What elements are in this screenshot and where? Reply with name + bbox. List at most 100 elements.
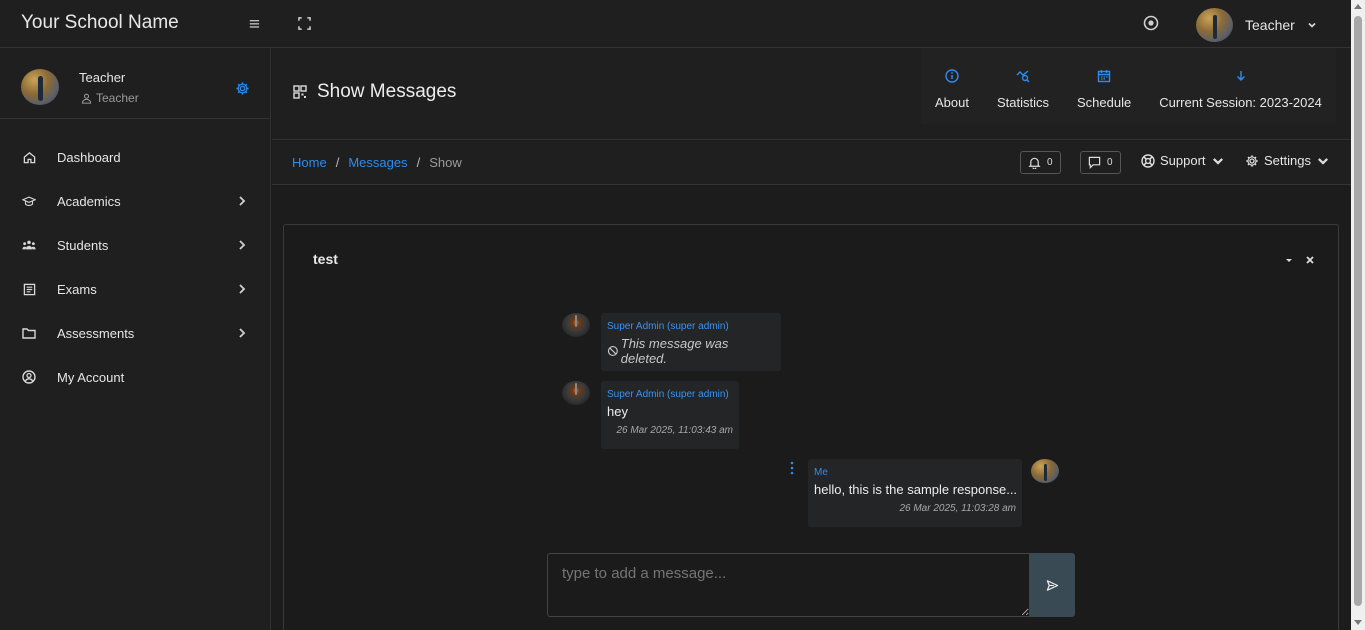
sidebar-item-label: Assessments bbox=[57, 325, 135, 341]
chevron-right-icon bbox=[239, 196, 246, 206]
calendar-icon bbox=[1097, 69, 1111, 82]
scroll-up-arrow[interactable] bbox=[1354, 4, 1362, 9]
message-sender: Super Admin (super admin) bbox=[607, 321, 729, 332]
support-label: Support bbox=[1160, 153, 1206, 168]
support-dropdown[interactable]: Support bbox=[1141, 153, 1225, 168]
shortcut-label: Current Session: 2023-2024 bbox=[1159, 94, 1322, 110]
top-navbar: Your School Name Teacher bbox=[0, 0, 1351, 48]
info-icon bbox=[945, 68, 959, 83]
sidebar-item-exams[interactable]: Exams bbox=[0, 267, 271, 311]
sidebar-item-label: My Account bbox=[57, 369, 125, 385]
message-bubble: Super Admin (super admin) This message w… bbox=[601, 313, 781, 371]
page-title: Show Messages bbox=[317, 81, 457, 102]
sidebar-item-my-account[interactable]: My Account bbox=[0, 355, 271, 399]
message-deleted-notice: This message was deleted. bbox=[607, 336, 775, 366]
breadcrumb-separator: / bbox=[335, 155, 340, 170]
gear-icon bbox=[1246, 154, 1258, 167]
ban-icon bbox=[607, 346, 618, 356]
sidebar-item-label: Dashboard bbox=[57, 149, 121, 165]
shortcut-label: About bbox=[935, 94, 969, 110]
users-icon bbox=[22, 238, 36, 252]
notifications-button[interactable]: 0 bbox=[1020, 151, 1061, 174]
chevron-down-icon bbox=[1212, 157, 1223, 165]
chat-icon bbox=[1088, 156, 1101, 169]
send-button[interactable] bbox=[1030, 553, 1075, 617]
message-timestamp: 26 Mar 2025, 11:03:28 am bbox=[899, 503, 1016, 514]
bell-icon bbox=[1028, 157, 1041, 169]
breadcrumb-separator: / bbox=[416, 155, 421, 170]
message-text: hey bbox=[607, 404, 628, 419]
folder-icon bbox=[22, 326, 36, 340]
sidebar-item-students[interactable]: Students bbox=[0, 223, 271, 267]
chevron-down-icon bbox=[1308, 22, 1316, 28]
chevron-right-icon bbox=[239, 240, 246, 250]
message-bubble-own: Me hello, this is the sample response...… bbox=[808, 459, 1022, 527]
avatar bbox=[21, 69, 59, 105]
sidebar-item-academics[interactable]: Academics bbox=[0, 179, 271, 223]
hamburger-icon[interactable] bbox=[249, 15, 267, 33]
list-icon bbox=[22, 282, 36, 296]
collapse-icon[interactable] bbox=[1284, 255, 1294, 265]
avatar bbox=[1196, 8, 1233, 42]
arrow-down-icon bbox=[1236, 70, 1245, 81]
graduation-cap-icon bbox=[22, 194, 36, 208]
sidebar-item-label: Exams bbox=[57, 281, 97, 297]
settings-dropdown[interactable]: Settings bbox=[1245, 153, 1330, 168]
conversation-title: test bbox=[313, 251, 338, 267]
sidebar-user-role: Teacher bbox=[81, 91, 139, 105]
scrollbar-thumb[interactable] bbox=[1354, 16, 1362, 606]
message-timestamp: 26 Mar 2025, 11:03:43 am bbox=[616, 425, 733, 436]
conversation-card: test Super Admin (super admin) This mess… bbox=[283, 224, 1339, 630]
sidebar-user-panel: Teacher Teacher bbox=[0, 48, 271, 119]
qr-code-icon bbox=[293, 85, 307, 99]
messages-button[interactable]: 0 bbox=[1080, 151, 1121, 174]
shortcut-statistics[interactable]: Statistics bbox=[982, 48, 1063, 124]
sidebar-user-name: Teacher bbox=[79, 70, 126, 85]
sidebar-item-label: Students bbox=[57, 237, 109, 253]
sidebar-nav: Dashboard Academics Students Exams Asses… bbox=[0, 135, 271, 399]
messages-count: 0 bbox=[1107, 157, 1113, 168]
life-ring-icon bbox=[1141, 153, 1155, 168]
chevron-right-icon bbox=[239, 328, 246, 338]
header-shortcuts: About Statistics Schedule Current Sessio… bbox=[921, 48, 1336, 124]
notifications-count: 0 bbox=[1047, 157, 1053, 168]
page-scrollbar[interactable] bbox=[1351, 0, 1365, 630]
user-name: Teacher bbox=[1245, 17, 1295, 33]
home-icon bbox=[22, 150, 36, 164]
message-text: hello, this is the sample response... bbox=[814, 482, 1018, 497]
brand-name[interactable]: Your School Name bbox=[21, 12, 179, 34]
sidebar-user-role-label: Teacher bbox=[96, 91, 139, 105]
gear-icon[interactable] bbox=[235, 81, 250, 96]
user-icon bbox=[81, 93, 92, 104]
settings-label: Settings bbox=[1264, 153, 1311, 168]
avatar bbox=[562, 313, 590, 337]
sidebar-item-dashboard[interactable]: Dashboard bbox=[0, 135, 271, 179]
message-sender: Super Admin (super admin) bbox=[607, 389, 729, 400]
user-circle-icon bbox=[22, 370, 36, 384]
page-title-wrap: Show Messages bbox=[293, 81, 456, 103]
breadcrumb-home-link[interactable]: Home bbox=[292, 155, 327, 170]
page-header: Show Messages About Statistics Schedule … bbox=[272, 48, 1351, 140]
theme-toggle-icon[interactable] bbox=[1143, 15, 1161, 33]
sidebar-item-assessments[interactable]: Assessments bbox=[0, 311, 271, 355]
scroll-down-arrow[interactable] bbox=[1354, 620, 1362, 625]
shortcut-current-session[interactable]: Current Session: 2023-2024 bbox=[1145, 48, 1336, 124]
message-sender: Me bbox=[814, 467, 828, 478]
more-options-icon[interactable] bbox=[790, 461, 794, 475]
breadcrumb-messages-link[interactable]: Messages bbox=[348, 155, 407, 170]
message-bubble: Super Admin (super admin) hey 26 Mar 202… bbox=[601, 381, 739, 449]
message-deleted-text: This message was deleted. bbox=[620, 336, 729, 366]
shortcut-schedule[interactable]: Schedule bbox=[1063, 48, 1146, 124]
chevron-right-icon bbox=[239, 284, 246, 294]
sidebar-item-label: Academics bbox=[57, 193, 121, 209]
avatar bbox=[1031, 459, 1059, 483]
user-menu[interactable]: Teacher bbox=[1196, 8, 1317, 42]
sidebar: Teacher Teacher Dashboard Academics Stud… bbox=[0, 48, 271, 630]
message-input[interactable] bbox=[547, 553, 1030, 617]
close-icon[interactable] bbox=[1305, 255, 1315, 265]
send-icon bbox=[1046, 579, 1059, 591]
breadcrumb-bar: Home / Messages / Show 0 0 Support Setti… bbox=[272, 141, 1351, 185]
shortcut-about[interactable]: About bbox=[921, 48, 983, 124]
fullscreen-icon[interactable] bbox=[298, 15, 316, 33]
breadcrumb: Home / Messages / Show bbox=[292, 155, 462, 170]
